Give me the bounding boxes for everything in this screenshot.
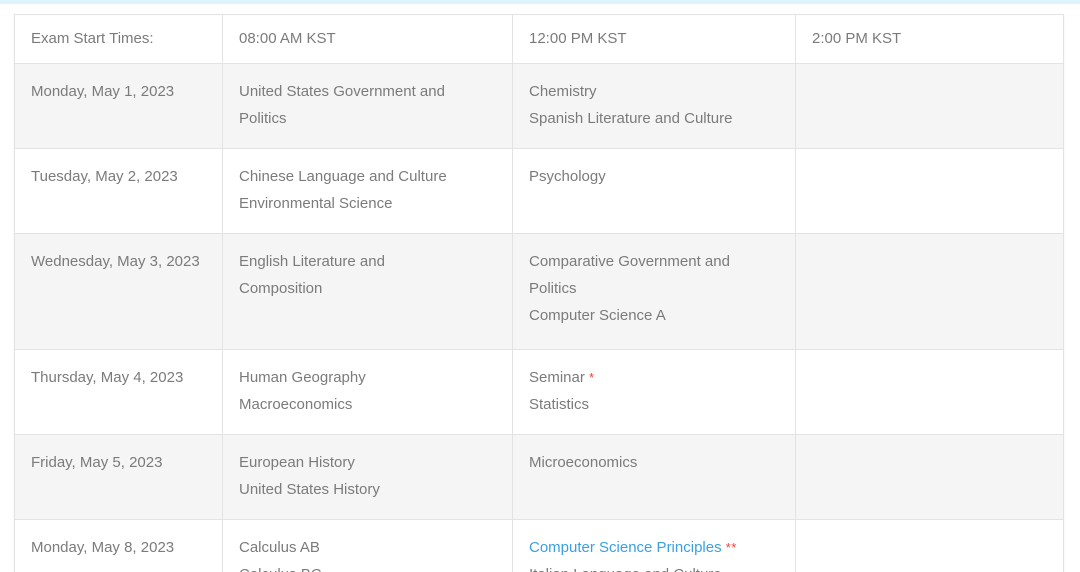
column-header-exam-start-times: Exam Start Times:: [14, 14, 223, 64]
cell-noon-exams: Seminar * Statistics: [512, 349, 796, 435]
exam-name: United States Government and: [239, 83, 445, 100]
cell-afternoon-exams: [795, 148, 1064, 234]
exam-name: Macroeconomics: [239, 396, 353, 413]
exam-name-with-footnote: Seminar *: [529, 369, 595, 386]
cell-morning-exams: English Literature and Composition: [222, 233, 513, 350]
cell-date: Friday, May 5, 2023: [14, 434, 223, 520]
cell-morning-exams: Chinese Language and Culture Environment…: [222, 148, 513, 234]
cell-date: Wednesday, May 3, 2023: [14, 233, 223, 350]
exam-name: Human Geography: [239, 369, 366, 386]
date-label: Thursday, May 4, 2023: [31, 369, 184, 386]
cell-date: Monday, May 1, 2023: [14, 63, 223, 149]
cell-morning-exams: European History United States History: [222, 434, 513, 520]
table-row: Wednesday, May 3, 2023 English Literatur…: [14, 233, 1064, 350]
date-label: Tuesday, May 2, 2023: [31, 168, 178, 185]
page-root: Exam Start Times: 08:00 AM KST 12:00 PM …: [0, 0, 1080, 572]
exam-name: Psychology: [529, 168, 606, 185]
cell-date: Monday, May 8, 2023: [14, 519, 223, 572]
table-row: Thursday, May 4, 2023 Human Geography Ma…: [14, 349, 1064, 435]
exam-name: English Literature and: [239, 253, 385, 270]
exam-name: Italian Language and Culture: [529, 561, 779, 572]
cell-morning-exams: United States Government and Politics: [222, 63, 513, 149]
exam-name: Statistics: [529, 396, 590, 413]
table-row: Friday, May 5, 2023 European History Uni…: [14, 434, 1064, 520]
cell-afternoon-exams: [795, 349, 1064, 435]
cell-afternoon-exams: [795, 519, 1064, 572]
table-row: Tuesday, May 2, 2023 Chinese Language an…: [14, 148, 1064, 234]
cell-noon-exams: Microeconomics: [512, 434, 796, 520]
cell-date: Tuesday, May 2, 2023: [14, 148, 223, 234]
exam-name: Comparative Government and: [529, 253, 730, 270]
exam-name: Chinese Language and Culture: [239, 168, 447, 185]
exam-name: European History: [239, 454, 355, 471]
cell-date: Thursday, May 4, 2023: [14, 349, 223, 435]
cell-noon-exams: Chemistry Spanish Literature and Culture: [512, 63, 796, 149]
cell-afternoon-exams: [795, 63, 1064, 149]
exam-name: United States History: [239, 481, 380, 498]
top-edge-strip: [0, 0, 1080, 4]
exam-name: Calculus AB: [239, 539, 320, 556]
date-label: Monday, May 1, 2023: [31, 83, 175, 100]
table-row: Monday, May 1, 2023 United States Govern…: [14, 63, 1064, 149]
exam-name-link-with-footnote[interactable]: Computer Science Principles **: [529, 534, 779, 561]
exam-name: Microeconomics: [529, 454, 638, 471]
cell-noon-exams: Computer Science Principles ** Italian L…: [512, 519, 796, 572]
table-row: Monday, May 8, 2023 Calculus AB Calculus…: [14, 519, 1064, 572]
exam-name: Environmental Science: [239, 195, 393, 212]
exam-name: Politics: [239, 110, 287, 127]
cell-noon-exams: Psychology: [512, 148, 796, 234]
exam-name: Composition: [239, 280, 323, 297]
exam-schedule-table: Exam Start Times: 08:00 AM KST 12:00 PM …: [14, 14, 1064, 572]
exam-name: Computer Science A: [529, 307, 666, 324]
exam-name: Calculus BC: [239, 561, 496, 572]
column-header-200-pm-kst: 2:00 PM KST: [795, 14, 1064, 64]
date-label: Friday, May 5, 2023: [31, 454, 163, 471]
cell-afternoon-exams: [795, 434, 1064, 520]
column-header-1200-pm-kst: 12:00 PM KST: [512, 14, 796, 64]
table-header-row: Exam Start Times: 08:00 AM KST 12:00 PM …: [14, 14, 1064, 64]
column-header-0800-am-kst: 08:00 AM KST: [222, 14, 513, 64]
cell-morning-exams: Human Geography Macroeconomics: [222, 349, 513, 435]
table-body: Monday, May 1, 2023 United States Govern…: [14, 63, 1064, 572]
cell-afternoon-exams: [795, 233, 1064, 350]
date-label: Monday, May 8, 2023: [31, 539, 175, 556]
exam-name: Politics: [529, 280, 577, 297]
exam-name: Spanish Literature and Culture: [529, 110, 733, 127]
date-label: Wednesday, May 3, 2023: [31, 253, 200, 270]
exam-name: Chemistry: [529, 83, 597, 100]
cell-morning-exams: Calculus AB Calculus BC: [222, 519, 513, 572]
cell-noon-exams: Comparative Government and Politics Comp…: [512, 233, 796, 350]
